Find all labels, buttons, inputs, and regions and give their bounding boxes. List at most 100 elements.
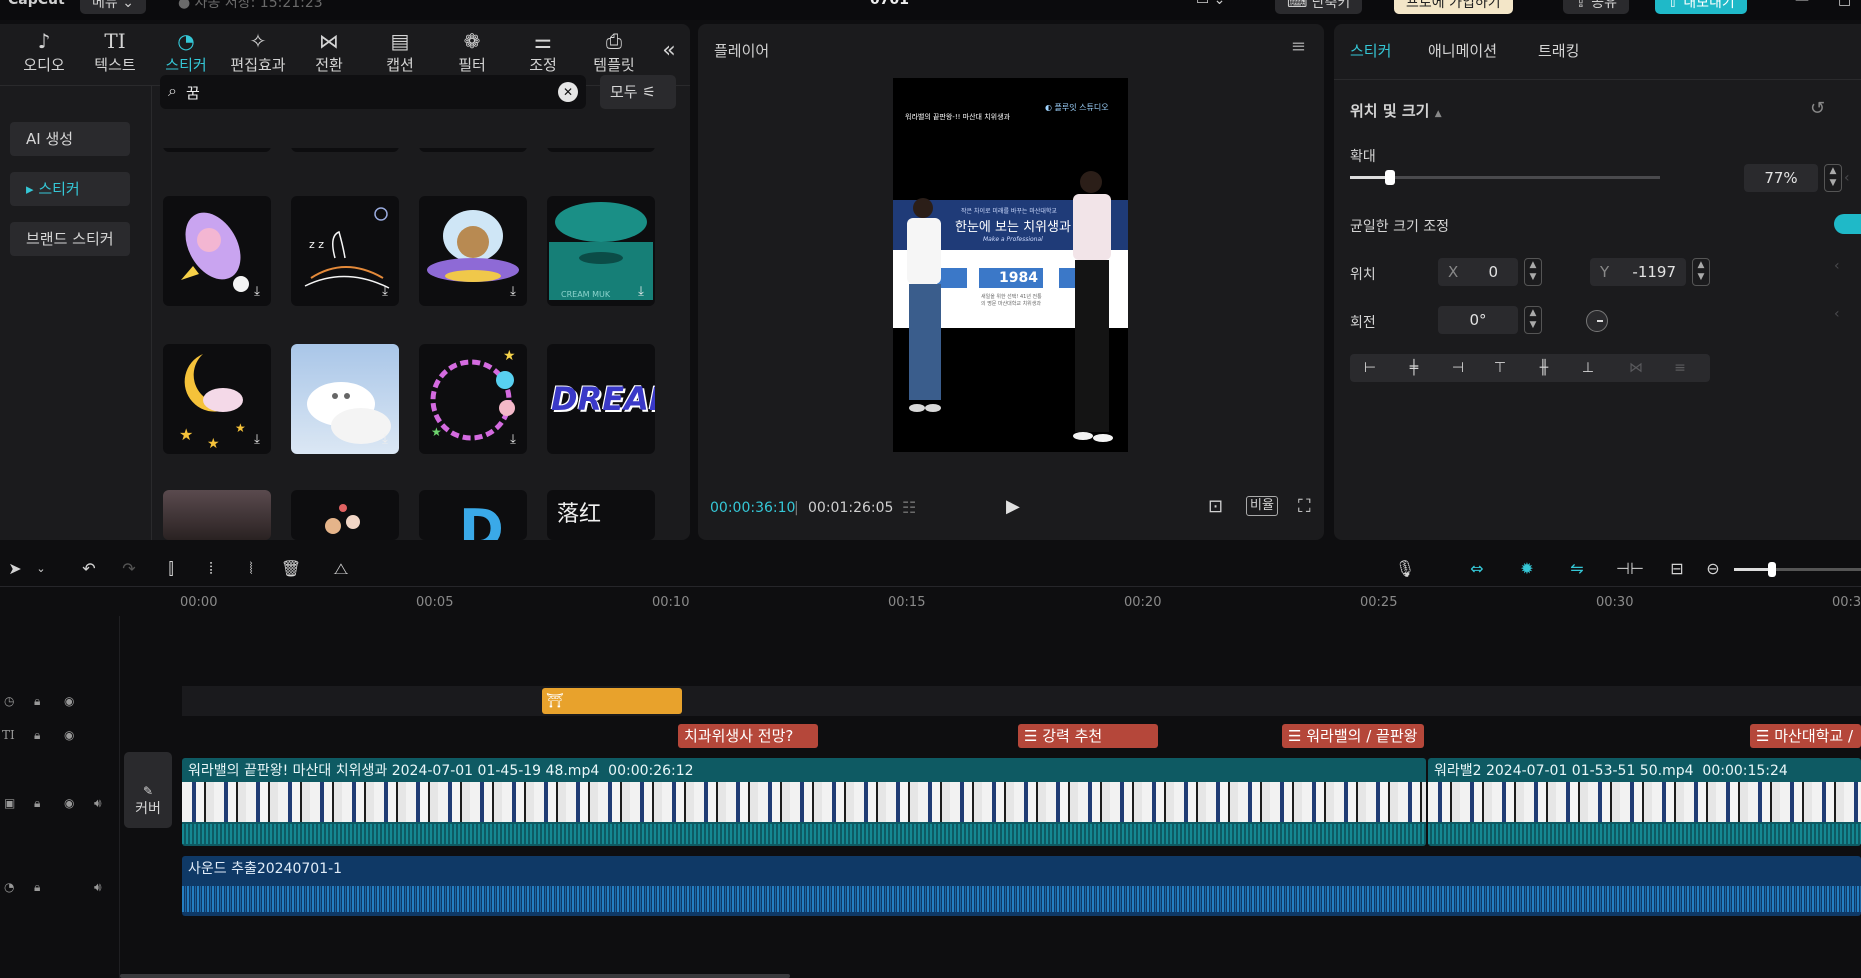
play-icon[interactable]: ▶	[1006, 496, 1020, 517]
sticker-couple[interactable]	[291, 490, 399, 540]
zoom-slider-handle[interactable]	[1768, 562, 1776, 577]
keyframe-position-icon[interactable]: ‹	[1834, 258, 1840, 274]
category-sticker[interactable]: ◔ 스티커	[154, 28, 218, 82]
category-adjust[interactable]: ⚌ 조정	[511, 28, 575, 82]
tab-sticker[interactable]: 스티커	[1350, 40, 1391, 61]
timeline-ruler[interactable]: 00:00 00:05 00:10 00:15 00:20 00:25 00:3…	[0, 586, 1861, 616]
tab-animation[interactable]: 애니메이션	[1428, 40, 1497, 61]
category-transition[interactable]: ⋈ 전환	[297, 28, 361, 82]
audio-icon[interactable]: 🔊︎	[94, 880, 102, 895]
microphone-icon[interactable]: 🎙	[1394, 558, 1416, 580]
lock-icon[interactable]: 🔒︎	[34, 880, 40, 895]
scale-input[interactable]: 77%	[1744, 164, 1818, 192]
align-bottom-icon[interactable]: ⊥	[1578, 358, 1598, 378]
keyframe-scale-icon[interactable]: ‹	[1844, 170, 1850, 186]
scale-slider-track[interactable]	[1350, 170, 1660, 185]
download-icon[interactable]: ⤓	[505, 284, 521, 300]
minimize-icon[interactable]: —	[1795, 0, 1809, 14]
fullscreen-icon[interactable]: ⛶	[1298, 496, 1311, 517]
lock-icon[interactable]: 🔒︎	[34, 728, 40, 743]
split-icon[interactable]: ⫿	[160, 558, 182, 580]
sticker-rocket[interactable]: ⤓	[163, 196, 271, 306]
player-menu-icon[interactable]: ≡	[1291, 36, 1306, 57]
linkage-icon[interactable]: ⇋	[1566, 558, 1588, 580]
text-clip[interactable]: ☰ 마산대학교 /	[1750, 724, 1861, 748]
clear-search-icon[interactable]: ✕	[558, 82, 578, 102]
search-input[interactable]: 꿈	[186, 82, 200, 103]
download-icon[interactable]: ⤓	[377, 284, 393, 300]
text-clip[interactable]: ☰ 강력 추천	[1018, 724, 1158, 748]
text-clip[interactable]: ☰ 워라밸의 / 끝판왕	[1282, 724, 1424, 748]
sticker-chinese-text[interactable]: 落红	[547, 490, 655, 540]
download-icon[interactable]: ⤓	[249, 284, 265, 300]
pro-button[interactable]: 프로에 가입하기	[1394, 0, 1513, 14]
cover-button[interactable]: ✎ 커버	[124, 752, 172, 828]
ratio-button[interactable]: 비율	[1246, 496, 1278, 516]
scale-slider-handle[interactable]	[1385, 170, 1396, 185]
lock-icon[interactable]: 🔒︎	[34, 796, 40, 811]
project-name[interactable]: 0701	[870, 0, 909, 14]
search-box[interactable]: ⌕ 꿈 ✕	[160, 75, 586, 109]
video-preview[interactable]: 워라밸의 끝판왕-!! 마산대 치위생과 ◐ 플루잇 스튜디오 작은 차이로 미…	[893, 78, 1128, 452]
timeline-scrollbar[interactable]	[120, 974, 790, 978]
rotation-stepper[interactable]: ▲ ▼	[1524, 306, 1542, 334]
category-text[interactable]: TI 텍스트	[83, 28, 147, 82]
shortcut-button[interactable]: ⌨ 단축키	[1275, 0, 1363, 14]
align-middle-v-icon[interactable]: ╫	[1534, 358, 1554, 378]
text-clip[interactable]: 치과위생사 전망?	[678, 724, 818, 748]
visibility-icon[interactable]: ◉	[64, 694, 74, 708]
align-left-icon[interactable]: ⊢	[1360, 358, 1380, 378]
sticker-cream-muk[interactable]: CREAM MUK ⤓	[547, 196, 655, 306]
position-x-input[interactable]: X 0	[1438, 258, 1518, 286]
lock-icon[interactable]: 🔒︎	[34, 694, 40, 709]
select-dropdown-icon[interactable]: ⌄	[30, 558, 52, 580]
menu-button[interactable]: 메뉴 ⌄	[80, 0, 146, 14]
section-title[interactable]: 위치 및 크기 ▲	[1350, 100, 1442, 121]
category-effects[interactable]: ✧ 편집효과	[226, 28, 290, 82]
share-button[interactable]: ⇪ 공유	[1563, 0, 1629, 14]
uniform-scale-toggle[interactable]	[1834, 214, 1861, 234]
auto-snap-icon[interactable]: ✹	[1516, 558, 1538, 580]
position-y-stepper[interactable]: ▲ ▼	[1692, 258, 1710, 286]
audio-clip[interactable]: 사운드 추출20240701-1	[182, 856, 1861, 916]
split-left-icon[interactable]: ⦙	[200, 558, 222, 580]
zoom-out-icon[interactable]: ⊖	[1702, 558, 1724, 580]
audio-icon[interactable]: 🔊︎	[94, 796, 102, 811]
download-icon[interactable]: ⤓	[505, 432, 521, 448]
category-template[interactable]: ⎙ 템플릿	[582, 28, 646, 82]
align-right-icon[interactable]: ⊣	[1448, 358, 1468, 378]
split-right-icon[interactable]: ⦚	[240, 558, 262, 580]
nav-brand-sticker[interactable]: 브랜드 스티커	[10, 222, 130, 256]
sticker-dream-wreath[interactable]: ★ ★ ⤓	[419, 344, 527, 454]
split-preview-icon[interactable]: ⊣⊢	[1616, 558, 1644, 580]
sticker-ufo-bear[interactable]: ⤓	[419, 196, 527, 306]
visibility-icon[interactable]: ◉	[64, 796, 74, 810]
rotation-input[interactable]: 0°	[1438, 306, 1518, 334]
keyframe-rotation-icon[interactable]: ‹	[1834, 306, 1840, 322]
export-button[interactable]: ⇧ 내보내기	[1655, 0, 1747, 14]
timecode-grid-icon[interactable]: ☷	[902, 498, 916, 517]
distribute-h-icon[interactable]: ⋈	[1626, 358, 1646, 378]
maximize-icon[interactable]: □	[1838, 0, 1851, 14]
preview-axis-icon[interactable]: ⊟	[1666, 558, 1688, 580]
video-clip[interactable]: 워라밸의 끝판왕! 마산대 치위생과 2024-07-01 01-45-19 4…	[182, 758, 1426, 846]
nav-ai-generate[interactable]: AI 생성	[10, 122, 130, 156]
sticker-sleeping-bunny[interactable]: z z ⤓	[291, 196, 399, 306]
visibility-icon[interactable]: ◉	[64, 728, 74, 742]
sticker-letter-d[interactable]: D	[419, 490, 527, 540]
layout-icon[interactable]: ▭ ⌄	[1196, 0, 1225, 14]
category-audio[interactable]: ♪ 오디오	[12, 28, 76, 82]
sticker-cloud[interactable]: ⤓	[291, 344, 399, 454]
position-y-input[interactable]: Y -1197	[1590, 258, 1686, 286]
nav-sticker[interactable]: ▸ 스티커	[10, 172, 130, 206]
rotation-dial[interactable]	[1586, 310, 1608, 332]
select-tool-icon[interactable]: ➤	[4, 558, 26, 580]
download-icon[interactable]: ⤓	[249, 432, 265, 448]
position-x-stepper[interactable]: ▲ ▼	[1524, 258, 1542, 286]
sticker-dream-text[interactable]: DREAM	[547, 344, 655, 454]
filter-dropdown[interactable]: 모두 ⚟	[600, 75, 676, 109]
download-icon[interactable]: ⤓	[377, 432, 393, 448]
sticker-clip[interactable]: ⛩	[542, 688, 682, 714]
align-center-h-icon[interactable]: ╪	[1404, 358, 1424, 378]
category-caption[interactable]: ▤ 캡션	[368, 28, 432, 82]
